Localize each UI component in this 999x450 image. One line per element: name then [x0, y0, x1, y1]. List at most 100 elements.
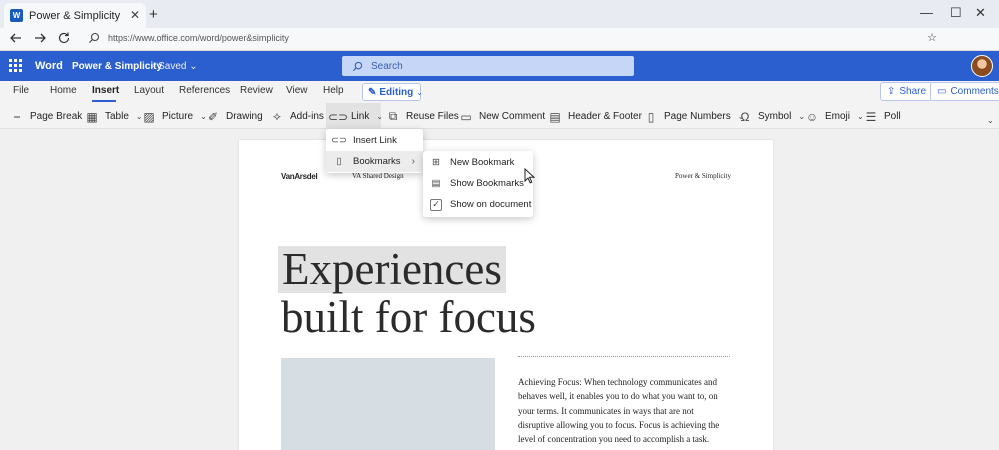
emoji-label: Emoji — [825, 111, 851, 122]
body-paragraph[interactable]: Achieving Focus: When technology communi… — [518, 375, 730, 446]
page-break-icon: ⎯ — [13, 109, 20, 123]
chevron-down-icon: ⌄ — [376, 112, 384, 121]
bookmarks-submenu: ⊞ New Bookmark ▤ Show Bookmarks ✓ Show o… — [423, 151, 533, 217]
reuse-files-button[interactable]: ⧉ Reuse Files — [386, 108, 459, 125]
link-button[interactable]: ⊂⊃ Link ⌄ — [327, 108, 384, 125]
header-center-text: VA Shared Design — [352, 172, 404, 180]
page-break-label: Page Break — [30, 111, 83, 122]
new-comment-icon: ▭ — [460, 109, 472, 124]
symbol-button[interactable]: Ω Symbol ⌄ — [738, 108, 806, 125]
tab-file[interactable]: File — [13, 85, 29, 96]
reuse-files-label: Reuse Files — [406, 111, 459, 122]
avatar[interactable] — [971, 55, 993, 77]
editing-mode-button[interactable]: ✎ Editing ⌄ — [362, 83, 423, 101]
header-footer-icon: ▤ — [549, 109, 561, 124]
search-icon — [352, 61, 363, 71]
minimize-button[interactable]: — — [920, 5, 933, 20]
picture-label: Picture — [162, 111, 194, 122]
app-name[interactable]: Word — [35, 60, 63, 72]
page-numbers-icon: ▯ — [647, 109, 655, 124]
new-bookmark-item[interactable]: ⊞ New Bookmark — [423, 152, 533, 173]
maximize-button[interactable]: ☐ — [950, 5, 962, 21]
search-icon — [89, 32, 100, 43]
share-label: Share — [899, 86, 927, 97]
refresh-icon[interactable] — [57, 31, 71, 45]
new-bookmark-label: New Bookmark — [450, 157, 515, 168]
addins-icon: ⟡ — [273, 109, 281, 123]
tab-insert[interactable]: Insert — [92, 85, 119, 96]
show-bookmarks-label: Show Bookmarks — [450, 178, 524, 189]
browser-tab-bar: W Power & Simplicity ✕ + — ☐ ✕ — [0, 0, 999, 28]
tab-review[interactable]: Review — [240, 85, 273, 96]
mouse-cursor-icon — [524, 168, 535, 184]
addins-button[interactable]: ⟡ Add-ins — [270, 108, 324, 125]
tab-title: Power & Simplicity — [29, 9, 121, 22]
ribbon-commands: ⎯ Page Break ▦ Table ⌄ ▨ Picture ⌄ ✐ Dra… — [0, 103, 999, 129]
heading-line-1[interactable]: Experiences — [278, 246, 506, 293]
header-footer-button[interactable]: ▤ Header & Footer — [548, 108, 642, 125]
link-icon: ⊂⊃ — [331, 135, 347, 146]
tab-close-icon[interactable]: ✕ — [130, 8, 140, 22]
editing-label: Editing — [379, 86, 414, 98]
share-button[interactable]: ⇪ Share — [880, 82, 934, 101]
bookmarks-item[interactable]: ▯ Bookmarks › — [326, 151, 423, 172]
show-bookmarks-item[interactable]: ▤ Show Bookmarks — [423, 173, 533, 194]
show-on-document-label: Show on document — [450, 199, 532, 210]
document-title[interactable]: Power & Simplicity — [72, 61, 162, 72]
picture-icon: ▨ — [143, 109, 155, 124]
search-box[interactable]: Search — [342, 56, 634, 76]
ribbon-expand-icon[interactable]: ⌄ — [987, 116, 994, 125]
tab-layout[interactable]: Layout — [134, 85, 164, 96]
poll-button[interactable]: ☰ Poll — [864, 108, 901, 125]
table-label: Table — [105, 111, 129, 122]
show-bookmarks-icon: ▤ — [431, 178, 441, 189]
drawing-button[interactable]: ✐ Drawing — [206, 108, 263, 125]
favorite-star-icon[interactable]: ☆ — [927, 31, 937, 44]
comments-label: Comments — [950, 86, 999, 97]
checkbox-checked-icon[interactable]: ✓ — [430, 198, 442, 211]
poll-icon: ☰ — [865, 109, 877, 124]
search-placeholder: Search — [371, 60, 403, 72]
tab-help[interactable]: Help — [323, 85, 344, 96]
tab-view[interactable]: View — [286, 85, 308, 96]
tab-references[interactable]: References — [179, 85, 230, 96]
addins-label: Add-ins — [290, 111, 324, 122]
window-close-button[interactable]: ✕ — [975, 5, 986, 21]
page-numbers-label: Page Numbers — [664, 111, 731, 122]
link-icon: ⊂⊃ — [327, 109, 349, 124]
picture-button[interactable]: ▨ Picture ⌄ — [142, 108, 207, 125]
emoji-icon: ☺ — [805, 109, 819, 124]
table-button[interactable]: ▦ Table ⌄ — [85, 108, 142, 125]
emoji-button[interactable]: ☺ Emoji ⌄ — [805, 108, 864, 125]
browser-tab[interactable]: W Power & Simplicity ✕ — [4, 3, 146, 28]
header-logo: VanArsdel — [281, 172, 318, 181]
bookmarks-label: Bookmarks — [353, 156, 401, 167]
back-icon[interactable] — [9, 31, 23, 45]
heading-line-2[interactable]: built for focus — [281, 292, 536, 342]
chevron-down-icon: ⌄ — [189, 61, 198, 72]
share-icon: ⇪ — [887, 86, 896, 97]
show-on-document-item[interactable]: ✓ Show on document — [423, 194, 533, 215]
image-placeholder[interactable] — [281, 358, 495, 450]
url-field[interactable]: https://www.office.com/word/power&simpli… — [108, 33, 289, 43]
forward-icon[interactable] — [33, 31, 47, 45]
bookmark-icon: ▯ — [336, 156, 342, 167]
header-footer-label: Header & Footer — [568, 111, 642, 122]
active-tab-indicator — [92, 100, 116, 102]
drawing-icon: ✐ — [207, 109, 219, 124]
comments-button[interactable]: ▭ Comments — [930, 82, 999, 101]
comment-icon: ▭ — [937, 86, 947, 97]
save-status[interactable]: - Saved ⌄ — [152, 61, 198, 72]
chevron-down-icon: ⌄ — [416, 87, 423, 97]
tab-home[interactable]: Home — [50, 85, 77, 96]
new-tab-button[interactable]: + — [149, 6, 158, 23]
divider — [518, 356, 730, 357]
new-comment-button[interactable]: ▭ New Comment — [459, 108, 545, 125]
pencil-icon: ✎ — [368, 86, 377, 98]
app-launcher-icon[interactable] — [9, 59, 22, 72]
page-numbers-button[interactable]: ▯ Page Numbers ⌄ — [644, 108, 745, 125]
address-bar: https://www.office.com/word/power&simpli… — [0, 28, 999, 51]
insert-link-label: Insert Link — [353, 135, 397, 146]
insert-link-item[interactable]: ⊂⊃ Insert Link — [326, 130, 423, 151]
page-break-button[interactable]: ⎯ Page Break — [10, 108, 82, 125]
